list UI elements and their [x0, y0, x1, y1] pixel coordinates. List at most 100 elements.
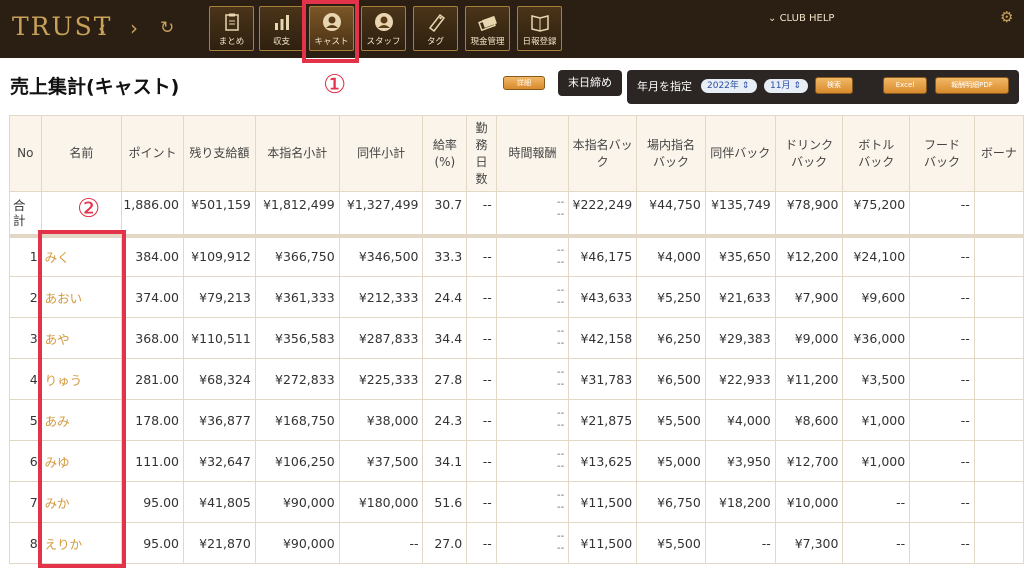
column-header: 名前 — [40, 115, 123, 192]
cell-b-jounai: ¥5,000 — [636, 440, 706, 482]
table-row[interactable]: 7 みか 95.00 ¥41,805 ¥90,000 ¥180,000 51.6 -- -- -… — [9, 481, 1024, 523]
cell-b-jounai: ¥5,500 — [636, 522, 706, 564]
cell-honshimei: ¥90,000 — [254, 522, 340, 564]
row-number: 6 — [9, 440, 42, 482]
cell-b-bottle: -- — [842, 481, 911, 523]
cell-b-hon: ¥43,633 — [568, 276, 638, 318]
cell-point: 368.00 — [121, 317, 184, 359]
cell-time: -- -- — [495, 522, 570, 564]
cell-remain: ¥41,805 — [183, 481, 256, 523]
cell-bonus — [973, 481, 1024, 523]
table-row[interactable]: 2 あおい 374.00 ¥79,213 ¥361,333 ¥212,333 24.4 -- -… — [9, 276, 1024, 318]
nav-label: 収支 — [272, 37, 290, 47]
cell-b-food: -- — [909, 440, 975, 482]
year-select[interactable]: 2022年 ⇕ — [701, 79, 757, 93]
cell-b-drink: ¥10,000 — [774, 481, 844, 523]
cell-remain: ¥21,870 — [183, 522, 256, 564]
year-month-label: 年月を指定 — [637, 80, 692, 93]
cell-b-bottle: ¥1,000 — [842, 399, 911, 441]
cell-douhan: ¥346,500 — [338, 235, 424, 277]
cell-b-hon: ¥42,158 — [568, 317, 638, 359]
row-number: 4 — [9, 358, 42, 400]
cell-b-food: -- — [909, 522, 975, 564]
table-row[interactable]: 6 みゆ 111.00 ¥32,647 ¥106,250 ¥37,500 34.1 -- -- … — [9, 440, 1024, 482]
club-help-menu[interactable]: ⌄ CLUB HELP — [768, 13, 834, 24]
cell-time: -- -- — [495, 191, 570, 238]
cell-b-food: -- — [909, 276, 975, 318]
cell-remain: ¥110,511 — [183, 317, 256, 359]
forward-icon[interactable]: › — [130, 16, 138, 40]
search-button[interactable]: 検索 — [815, 77, 853, 94]
cell-b-food: -- — [909, 191, 975, 238]
column-header: 同伴小計 — [338, 115, 424, 192]
table-row[interactable]: 5 あみ 178.00 ¥36,877 ¥168,750 ¥38,000 24.3 -- -- … — [9, 399, 1024, 441]
cell-b-hon: ¥46,175 — [568, 235, 638, 277]
cell-b-hon: ¥11,500 — [568, 522, 638, 564]
cell-b-jounai: ¥6,250 — [636, 317, 706, 359]
table-row[interactable]: 3 あや 368.00 ¥110,511 ¥356,583 ¥287,833 34.4 -- -… — [9, 317, 1024, 359]
cell-honshimei: ¥106,250 — [254, 440, 340, 482]
cell-b-jounai: ¥5,500 — [636, 399, 706, 441]
cell-b-jounai: ¥4,000 — [636, 235, 706, 277]
person-icon — [374, 13, 393, 31]
row-number: 3 — [9, 317, 42, 359]
cell-rate: 34.1 — [422, 440, 468, 482]
annotation-2: ② — [77, 194, 101, 224]
detail-button[interactable]: 詳細 — [503, 76, 545, 90]
reload-icon[interactable]: ↻ — [160, 18, 174, 38]
table-row[interactable]: 8 えりか 95.00 ¥21,870 ¥90,000 -- 27.0 -- -- -- ¥11,… — [9, 522, 1024, 564]
cell-b-food: -- — [909, 358, 975, 400]
cell-bonus — [973, 358, 1024, 400]
tag-icon — [428, 13, 445, 32]
cell-b-jounai: ¥6,750 — [636, 481, 706, 523]
cell-b-douhan: ¥3,950 — [704, 440, 776, 482]
cell-time: -- -- — [495, 317, 570, 359]
cell-douhan: ¥212,333 — [338, 276, 424, 318]
column-header: ボトル バック — [842, 115, 911, 192]
cell-rate: 24.4 — [422, 276, 468, 318]
column-header: 時間報酬 — [495, 115, 570, 192]
nav-staff[interactable]: スタッフ — [361, 6, 406, 51]
nav-tag[interactable]: タグ — [413, 6, 458, 51]
cell-remain: ¥36,877 — [183, 399, 256, 441]
gear-icon[interactable]: ⚙ — [1000, 8, 1013, 26]
cell-b-food: -- — [909, 317, 975, 359]
month-value: 11月 — [770, 81, 791, 91]
nav-label: まとめ — [218, 37, 245, 47]
year-value: 2022年 — [707, 81, 739, 91]
cell-b-bottle: ¥75,200 — [842, 191, 911, 238]
column-header: 同伴バック — [704, 115, 776, 192]
highlight-cast-tab — [302, 0, 359, 63]
cell-remain: ¥501,159 — [183, 191, 256, 238]
club-help-label: CLUB HELP — [779, 13, 835, 24]
cell-point: 384.00 — [121, 235, 184, 277]
sales-table: No 名前 ポイント 残り支給額 本指名小計 同伴小計 給率 (%) 勤 務 日 数時間報酬本… — [9, 115, 1024, 564]
back-icon[interactable]: ‹ — [98, 16, 106, 40]
cell-b-bottle: ¥1,000 — [842, 440, 911, 482]
table-row[interactable]: 4 りゅう 281.00 ¥68,324 ¥272,833 ¥225,333 27.8 -- -… — [9, 358, 1024, 400]
pdf-button[interactable]: 報酬明細PDF — [935, 77, 1009, 94]
cell-days: -- — [466, 440, 497, 482]
cell-bonus — [973, 317, 1024, 359]
cell-bonus — [973, 191, 1024, 238]
nav-summary[interactable]: まとめ — [209, 6, 254, 51]
nav-daily-report[interactable]: 日報登録 — [517, 6, 562, 51]
page-title: 売上集計(キャスト) — [10, 76, 180, 98]
nav-cash[interactable]: 現金管理 — [465, 6, 510, 51]
cell-honshimei: ¥361,333 — [254, 276, 340, 318]
column-header: ポイント — [121, 115, 184, 192]
month-select[interactable]: 11月 ⇕ — [764, 79, 808, 93]
cell-b-hon: ¥13,625 — [568, 440, 638, 482]
cell-b-bottle: -- — [842, 522, 911, 564]
cell-b-bottle: ¥24,100 — [842, 235, 911, 277]
cell-b-food: -- — [909, 481, 975, 523]
bar-chart-icon — [274, 15, 289, 30]
table-row[interactable]: 1 みく 384.00 ¥109,912 ¥366,750 ¥346,500 33.3 -- -… — [9, 235, 1024, 277]
cell-bonus — [973, 235, 1024, 277]
nav-income[interactable]: 収支 — [259, 6, 304, 51]
excel-button[interactable]: Excel — [883, 77, 927, 94]
cell-honshimei: ¥366,750 — [254, 235, 340, 277]
cell-b-drink: ¥8,600 — [774, 399, 844, 441]
closing-button[interactable]: 末日締め — [558, 70, 622, 96]
cell-douhan: ¥37,500 — [338, 440, 424, 482]
